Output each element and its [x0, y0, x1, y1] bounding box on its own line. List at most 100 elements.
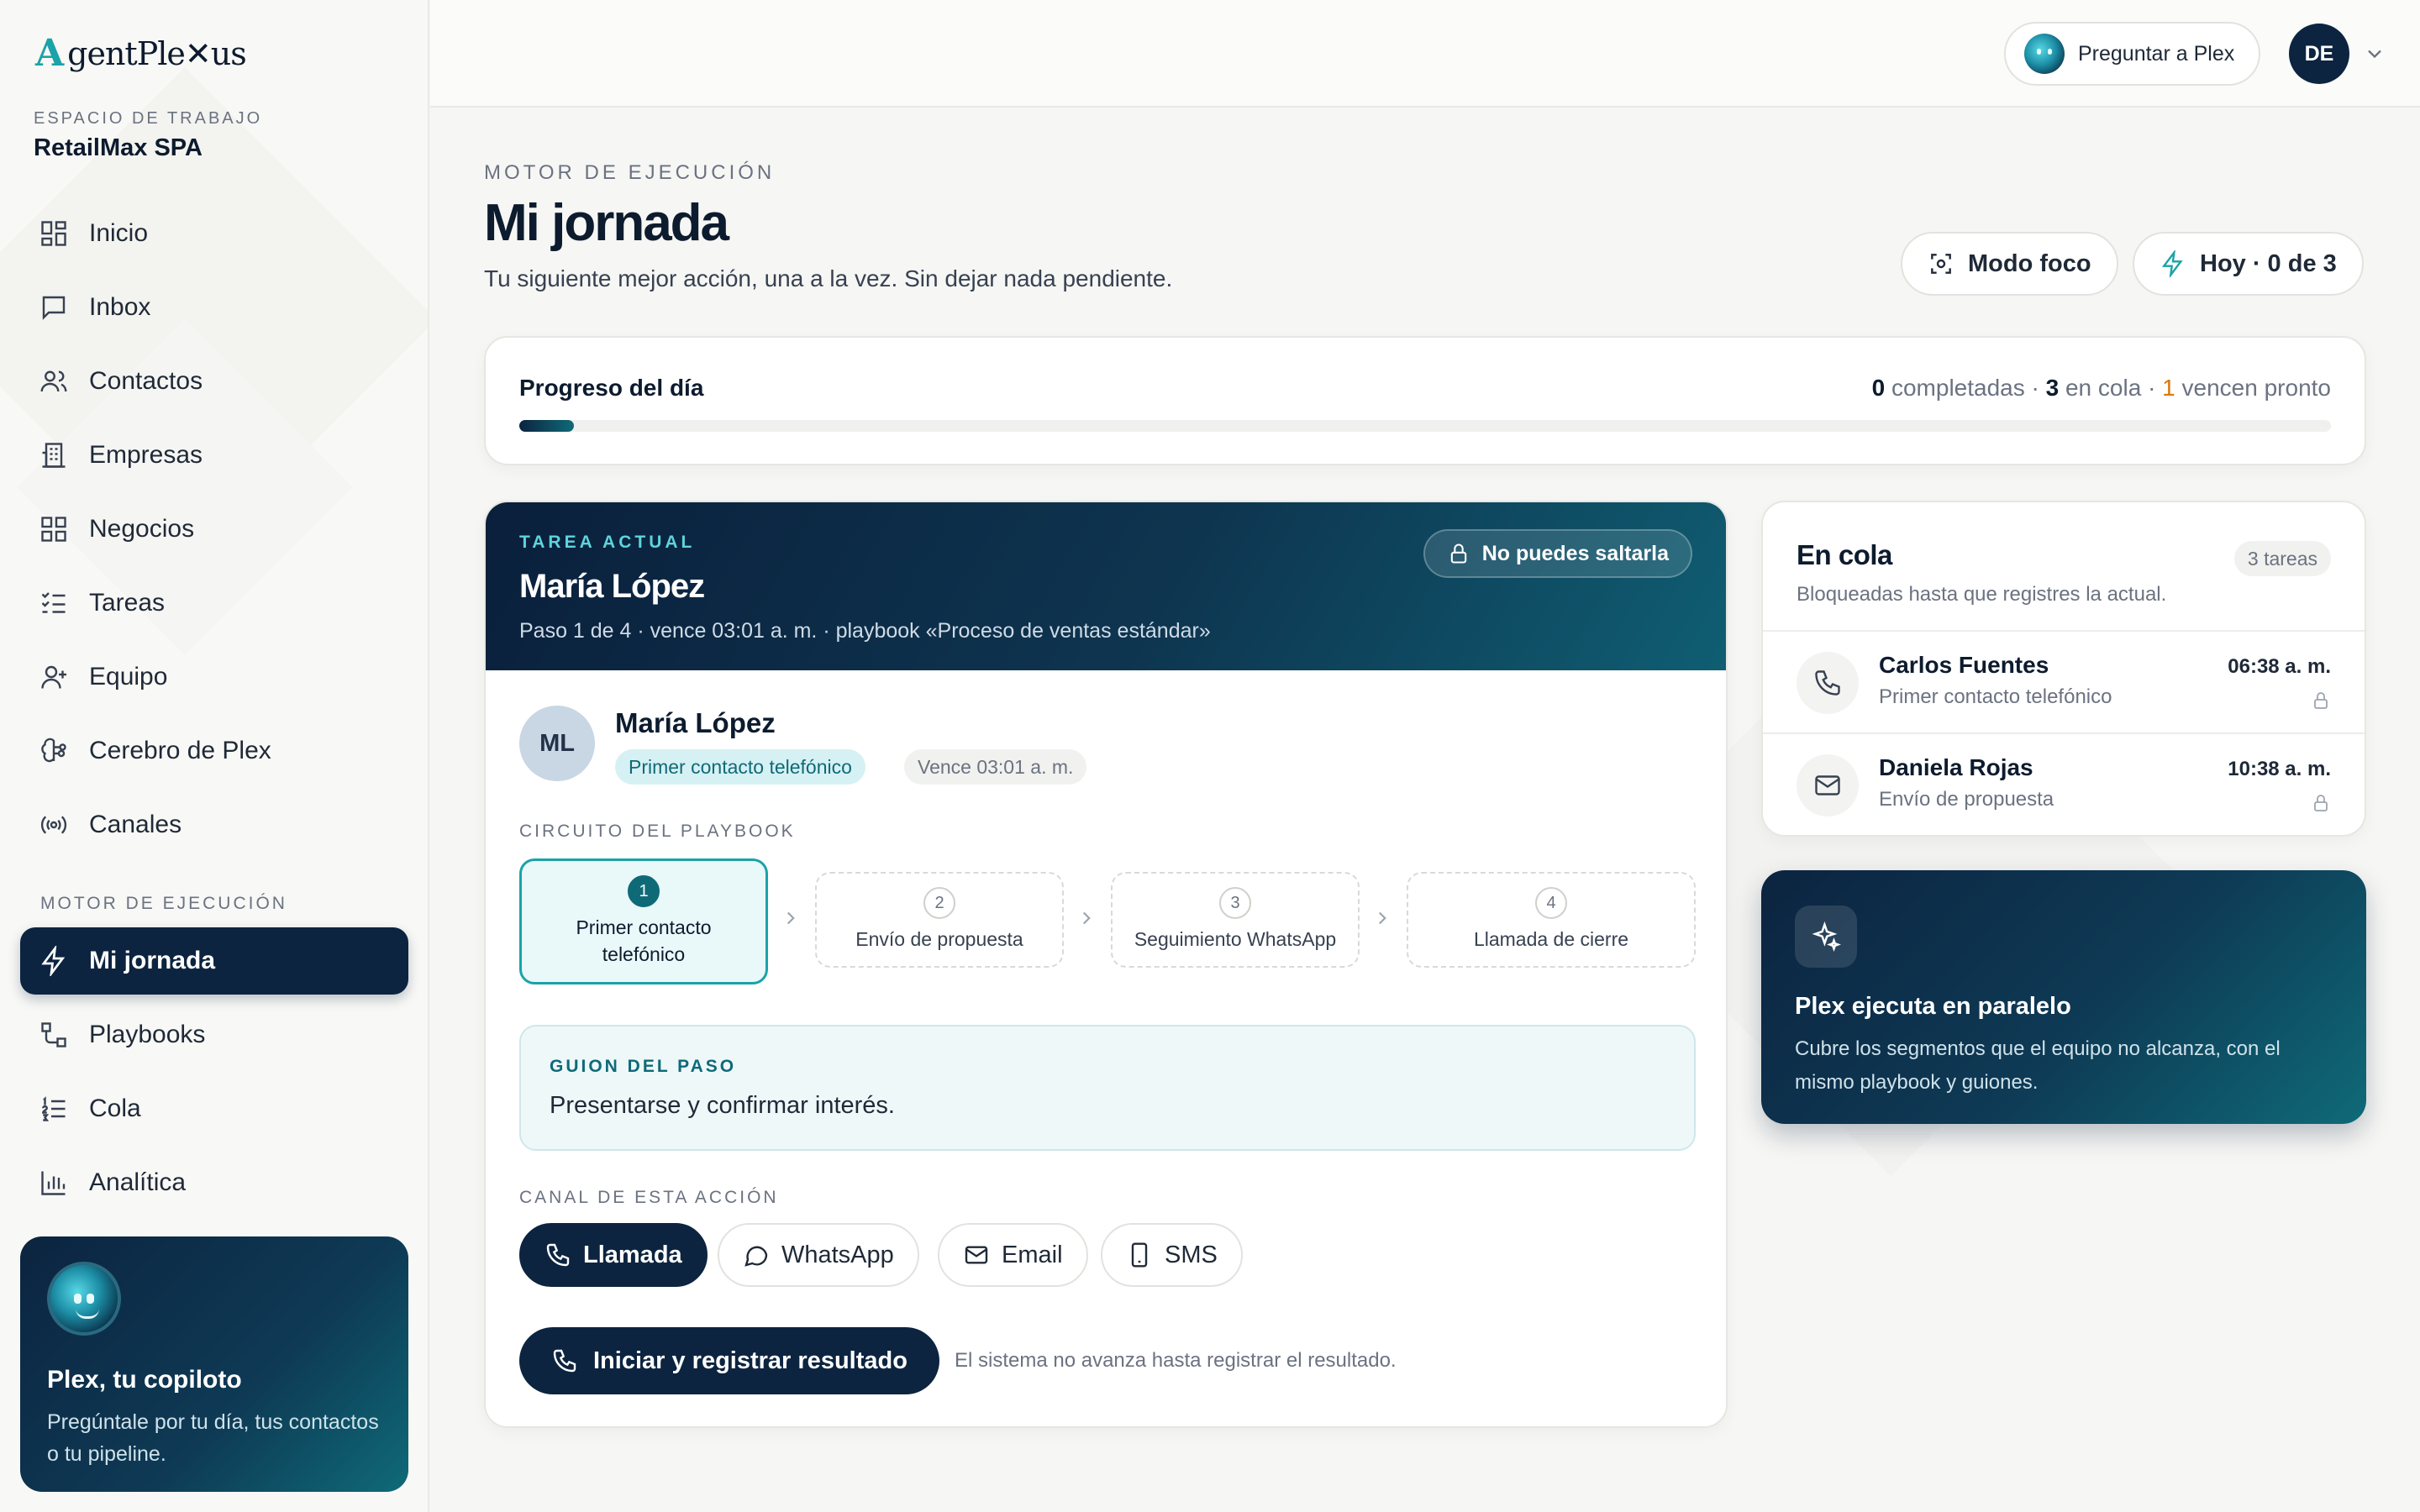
queue-count-badge: 3 tareas: [2233, 541, 2331, 576]
step-script-box: GUION DEL PASO Presentarse y confirmar i…: [519, 1025, 1696, 1151]
due-soon-count: 1: [2162, 375, 2175, 401]
channel-call-button[interactable]: Llamada: [519, 1223, 708, 1287]
chevron-down-icon[interactable]: [2363, 42, 2386, 66]
lock-icon: [1450, 543, 1466, 564]
workspace-label: ESPACIO DE TRABAJO: [34, 109, 263, 128]
today-button[interactable]: Hoy · 0 de 3: [2133, 232, 2364, 296]
flow-icon: [41, 1022, 66, 1047]
sidebar-item-label: Cola: [89, 1095, 141, 1122]
topbar: Preguntar a Plex DE: [430, 0, 2420, 108]
progress-bar-fill: [519, 420, 574, 432]
page-title: Mi jornada: [484, 194, 729, 252]
sidebar-item-equipo[interactable]: Equipo: [20, 643, 408, 711]
playbook-step-3[interactable]: 3 Seguimiento WhatsApp: [1111, 872, 1360, 968]
completed-count: 0: [1871, 375, 1886, 401]
chevron-right-icon: [1082, 911, 1091, 925]
sidebar-item-cerebro[interactable]: Cerebro de Plex: [20, 717, 408, 785]
checklist-icon: [41, 592, 66, 613]
task-meta: Paso 1 de 4 · vence 03:01 a. m. · playbo…: [519, 619, 1211, 643]
start-and-log-button[interactable]: Iniciar y registrar resultado: [519, 1327, 939, 1394]
contact-name[interactable]: María López: [615, 707, 776, 739]
channel-label-text: WhatsApp: [781, 1241, 894, 1268]
completed-label: completadas: [1891, 375, 2025, 401]
sidebar-item-contactos[interactable]: Contactos: [20, 348, 408, 415]
step-label: Llamada de cierre: [1473, 928, 1629, 950]
sidebar-item-negocios[interactable]: Negocios: [20, 496, 408, 563]
parallel-text: Cubre los segmentos que el equipo no alc…: [1795, 1037, 2281, 1094]
step-number: 1: [628, 875, 660, 907]
brand-logo[interactable]: A gentPle✕us: [35, 32, 247, 75]
step-label: Primer contacto telefónico: [576, 916, 712, 965]
sidebar-item-analitica[interactable]: Analítica: [20, 1149, 408, 1216]
script-label: GUION DEL PASO: [550, 1057, 737, 1076]
queue-item-step: Envío de propuesta: [1879, 788, 2054, 811]
step-number: 4: [1535, 887, 1567, 919]
sidebar-item-label: Cerebro de Plex: [89, 737, 271, 764]
progress-title: Progreso del día: [519, 375, 704, 401]
queue-item-step: Primer contacto telefónico: [1879, 685, 2112, 708]
plex-avatar-icon: [2024, 34, 2065, 74]
list-ordered-icon: [42, 1096, 66, 1121]
mail-icon: [965, 1246, 988, 1264]
sidebar-item-label: Inbox: [89, 293, 151, 321]
sparkles-icon: [1795, 906, 1857, 968]
parallel-title: Plex ejecuta en paralelo: [1795, 993, 2071, 1020]
contact-avatar[interactable]: ML: [519, 706, 595, 781]
sidebar-item-canales[interactable]: Canales: [20, 791, 408, 858]
parallel-execution-card[interactable]: Plex ejecuta en paralelo Cubre los segme…: [1761, 870, 2366, 1124]
playbook-step-1[interactable]: 1 Primer contacto telefónico: [519, 858, 768, 984]
current-task-card: TAREA ACTUAL María López Paso 1 de 4 · v…: [484, 501, 1728, 1428]
ask-plex-button[interactable]: Preguntar a Plex: [2004, 22, 2260, 86]
queue-item[interactable]: Daniela Rojas Envío de propuesta 10:38 a…: [1763, 732, 2365, 835]
sidebar-item-label: Tareas: [89, 589, 166, 617]
queue-item[interactable]: Carlos Fuentes Primer contacto telefónic…: [1763, 630, 2365, 732]
sidebar-item-tareas[interactable]: Tareas: [20, 570, 408, 637]
building-icon: [42, 443, 66, 468]
channel-sms-button[interactable]: SMS: [1101, 1223, 1243, 1287]
page-subtitle: Tu siguiente mejor acción, una a la vez.…: [484, 265, 1173, 291]
due-soon-label: vencen pronto: [2181, 375, 2331, 401]
sidebar-item-mi-jornada[interactable]: Mi jornada: [20, 927, 408, 995]
channel-label-text: SMS: [1165, 1241, 1218, 1268]
sidebar-item-inbox[interactable]: Inbox: [20, 274, 408, 341]
focus-mode-button[interactable]: Modo foco: [1901, 232, 2118, 296]
sidebar-item-playbooks[interactable]: Playbooks: [20, 1001, 408, 1068]
workspace-name[interactable]: RetailMax SPA: [34, 134, 203, 162]
sidebar-item-label: Canales: [89, 811, 182, 838]
cta-label: Iniciar y registrar resultado: [593, 1347, 908, 1374]
today-label: Hoy · 0 de 3: [2200, 249, 2337, 277]
channel-whatsapp-button[interactable]: WhatsApp: [718, 1223, 919, 1287]
playbook-step-4[interactable]: 4 Llamada de cierre: [1407, 872, 1696, 968]
queue-subtitle: Bloqueadas hasta que registres la actual…: [1797, 583, 2167, 606]
daily-progress-card: Progreso del día 0 completadas · 3 en co…: [484, 336, 2366, 465]
mail-icon: [1815, 775, 1840, 795]
user-avatar[interactable]: DE: [2289, 24, 2349, 84]
step-number: 2: [923, 887, 955, 919]
channel-label: CANAL DE ESTA ACCIÓN: [519, 1188, 779, 1207]
queue-item-name: Carlos Fuentes: [1879, 652, 2049, 678]
chat-bubble-icon: [744, 1246, 768, 1267]
phone-icon: [553, 1349, 576, 1373]
page-kicker: MOTOR DE EJECUCIÓN: [484, 161, 776, 184]
logo-text: gentPle✕us: [67, 34, 247, 72]
queued-count: 3: [2045, 375, 2060, 401]
progress-bar: [519, 420, 2331, 432]
queued-label: en cola: [2065, 375, 2142, 401]
sidebar-item-label: Playbooks: [89, 1021, 206, 1048]
playbook-step-2[interactable]: 2 Envío de propuesta: [815, 872, 1064, 968]
sidebar-item-label: Empresas: [89, 441, 203, 469]
sidebar-item-inicio[interactable]: Inicio: [20, 200, 408, 267]
queue-item-time: 10:38 a. m.: [2228, 758, 2331, 780]
sidebar-item-cola[interactable]: Cola: [20, 1075, 408, 1142]
sidebar: A gentPle✕us ESPACIO DE TRABAJO RetailMa…: [0, 0, 429, 1512]
progress-stats: 0 completadas · 3 en cola · 1 vencen pro…: [1871, 375, 2331, 401]
queue-title: En cola: [1797, 539, 1892, 570]
channel-email-button[interactable]: Email: [938, 1223, 1088, 1287]
copilot-card[interactable]: Plex, tu copiloto Pregúntale por tu día,…: [20, 1236, 408, 1492]
phone-icon: [1815, 670, 1840, 696]
sidebar-item-label: Analítica: [89, 1168, 187, 1196]
queue-item-icon: [1797, 652, 1859, 714]
sidebar-item-label: Contactos: [89, 367, 203, 395]
sidebar-item-empresas[interactable]: Empresas: [20, 422, 408, 489]
channel-label-text: Email: [1002, 1241, 1063, 1268]
